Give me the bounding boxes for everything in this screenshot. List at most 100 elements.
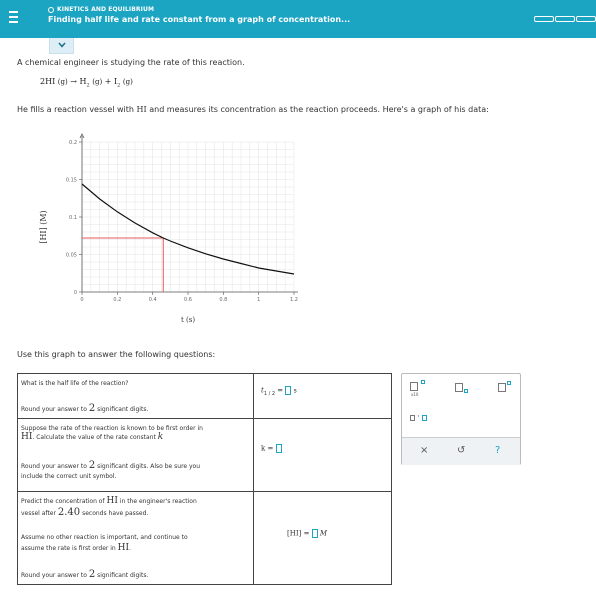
expand-tab[interactable] bbox=[49, 38, 74, 54]
question-cell: Predict the concentration of HI in the e… bbox=[18, 492, 254, 584]
y-tick-label: 0.2 bbox=[69, 140, 77, 146]
half-life-answer: t1 / 2 = s bbox=[261, 386, 297, 397]
page-title: Finding half life and rate constant from… bbox=[48, 15, 351, 24]
round-tail: include the correct unit symbol. bbox=[21, 473, 117, 480]
subscript-box-icon bbox=[464, 389, 468, 393]
action-bar: × ↺ ? bbox=[402, 437, 520, 465]
undo-icon[interactable]: ↺ bbox=[457, 445, 465, 456]
round-text: Round your answer to 2 significant digit… bbox=[21, 403, 148, 414]
round-label: Round your answer to bbox=[21, 406, 87, 413]
rate-constant-input[interactable] bbox=[275, 444, 282, 453]
top-bar: KINETICS AND EQUILIBRIUM Finding half li… bbox=[0, 0, 596, 38]
q3-text: Predict the concentration of bbox=[21, 498, 105, 505]
x-tick-label: 0.4 bbox=[149, 297, 157, 303]
topic-text: KINETICS AND EQUILIBRIUM bbox=[57, 6, 155, 13]
y-tick-label: 0.1 bbox=[69, 215, 77, 221]
q3-hi: HI bbox=[117, 543, 130, 553]
x-axis-label: t (s) bbox=[181, 316, 195, 324]
q2-text: . Calculate the value of the rate consta… bbox=[32, 434, 156, 441]
q3-hi: HI bbox=[106, 496, 118, 506]
question-row-1: What is the half life of the reaction? R… bbox=[18, 374, 391, 419]
x10-label: x10 bbox=[411, 392, 419, 397]
subscript-button[interactable] bbox=[455, 383, 468, 393]
header-text: KINETICS AND EQUILIBRIUM Finding half li… bbox=[48, 6, 350, 24]
concentration-graph: 0 0.2 0.4 0.6 0.8 1 1.2 0 0.05 0.1 0.15 0.2 t (s) [HI… bbox=[39, 133, 298, 324]
q3-text: vessel after bbox=[21, 510, 56, 517]
k-symbol: k bbox=[157, 432, 164, 442]
hi-concentration-label: [HI] bbox=[287, 529, 302, 538]
intro-text-2: He fills a reaction vessel with HI and m… bbox=[17, 105, 489, 114]
assume-text: Assume no other reaction is important, a… bbox=[21, 534, 188, 553]
superscript-button[interactable] bbox=[498, 381, 511, 392]
answer-tools-panel: x10 · × ↺ ? bbox=[401, 373, 521, 465]
reaction-equation: 2HI (g) → H2 (g) + I2 (g) bbox=[40, 77, 133, 89]
product-1: H bbox=[79, 77, 87, 86]
intro2-hi: HI bbox=[136, 105, 147, 114]
q3-text: in the engineer's reaction bbox=[119, 498, 197, 505]
rate-constant-answer: k = bbox=[261, 444, 282, 453]
unit-label: M bbox=[319, 529, 328, 538]
box-icon bbox=[422, 415, 427, 421]
round-label: Round your answer to bbox=[21, 463, 87, 470]
round-tail: significant digits. bbox=[97, 572, 149, 579]
plus-sign: + bbox=[104, 77, 112, 86]
intro2-part: He fills a reaction vessel with bbox=[17, 105, 137, 114]
assume-text-line: Assume no other reaction is important, a… bbox=[21, 534, 188, 541]
x-tick-label: 1 bbox=[257, 297, 260, 303]
state: (g) bbox=[122, 78, 133, 86]
round-text: Round your answer to 2 significant digit… bbox=[21, 461, 200, 482]
equals: = bbox=[303, 529, 310, 538]
menu-icon[interactable] bbox=[9, 11, 18, 24]
x-tick-label: 0.6 bbox=[184, 297, 192, 303]
round-number: 2 bbox=[88, 569, 96, 580]
y-tick-label: 0.05 bbox=[66, 253, 77, 259]
half-life-input[interactable] bbox=[285, 386, 292, 395]
x-tick-label: 0.2 bbox=[113, 297, 121, 303]
question-row-2: Suppose the rate of the reaction is know… bbox=[18, 419, 391, 492]
subscript: 2 bbox=[117, 82, 121, 89]
equals: = bbox=[277, 386, 284, 395]
round-tail: significant digits. bbox=[97, 406, 149, 413]
concentration-input[interactable] bbox=[311, 529, 318, 538]
questions-table: What is the half life of the reaction? R… bbox=[17, 373, 392, 585]
base-box-icon bbox=[410, 382, 418, 391]
k-symbol: k bbox=[261, 444, 266, 453]
round-tail: significant digits. Also be sure you bbox=[97, 463, 201, 470]
topic-circle-icon bbox=[48, 6, 54, 13]
clear-icon[interactable]: × bbox=[420, 445, 428, 456]
round-number: 2 bbox=[88, 403, 96, 414]
question-cell: Suppose the rate of the reaction is know… bbox=[18, 419, 254, 491]
question-text: What is the half life of the reaction? bbox=[21, 380, 129, 387]
intro2-part: and measures its concentration as the re… bbox=[146, 105, 489, 114]
question-text: Predict the concentration of HI in the e… bbox=[21, 496, 251, 519]
box-icon bbox=[410, 415, 415, 421]
prompt-text: Use this graph to answer the following q… bbox=[17, 350, 216, 359]
x-tick-label: 1.2 bbox=[290, 297, 298, 303]
equals: = bbox=[267, 444, 274, 453]
chevron-down-icon bbox=[58, 42, 66, 48]
t-subscript: 1 / 2 bbox=[263, 390, 276, 397]
question-cell: What is the half life of the reaction? R… bbox=[18, 374, 254, 418]
exponent-box-icon bbox=[421, 380, 425, 384]
y-tick-label: 0.15 bbox=[66, 178, 77, 184]
round-text: Round your answer to 2 significant digit… bbox=[21, 569, 148, 580]
y-axis-label: [HI] (M) bbox=[39, 210, 48, 243]
state: (g) bbox=[57, 78, 68, 86]
concentration-answer: [HI] = M bbox=[287, 529, 327, 538]
progress-segment bbox=[534, 16, 554, 22]
q3-text: seconds have passed. bbox=[82, 510, 149, 517]
x10-power-button[interactable]: x10 bbox=[410, 380, 425, 397]
question-row-3: Predict the concentration of HI in the e… bbox=[18, 492, 391, 584]
q2-text: Suppose the rate of the reaction is know… bbox=[21, 425, 203, 432]
reaction-arrow: → bbox=[70, 77, 77, 86]
y-tick-label: 0 bbox=[74, 290, 77, 296]
intro-text: A chemical engineer is studying the rate… bbox=[17, 58, 245, 67]
state: (g) bbox=[92, 78, 103, 86]
subscript: 2 bbox=[86, 82, 90, 89]
base-box-icon bbox=[455, 383, 463, 392]
unit-label: s bbox=[293, 387, 297, 395]
help-icon[interactable]: ? bbox=[495, 445, 500, 456]
round-label: Round your answer to bbox=[21, 572, 87, 579]
assume-text-line: assume the rate is first order in bbox=[21, 545, 116, 552]
reactant: 2HI bbox=[40, 77, 56, 86]
